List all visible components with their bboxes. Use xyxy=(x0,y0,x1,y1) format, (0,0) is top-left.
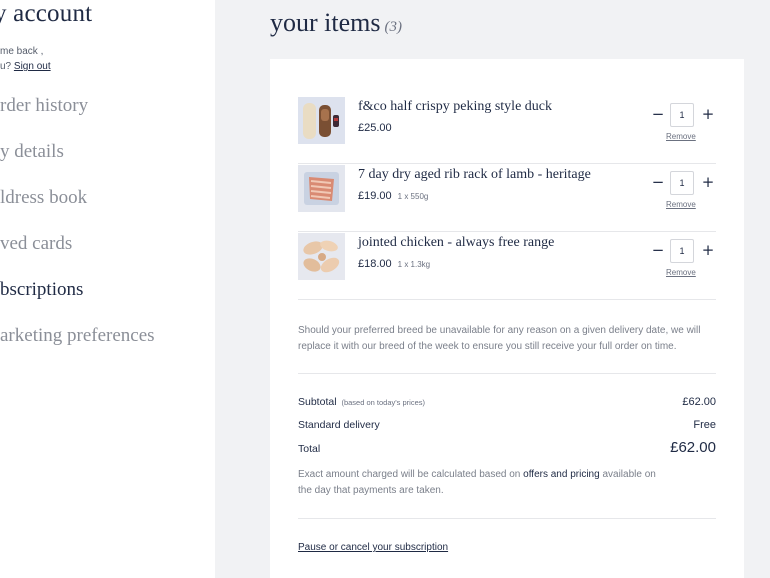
sidebar-item-marketing-preferences[interactable]: arketing preferences xyxy=(0,325,155,347)
item-name[interactable]: jointed chicken - always free range xyxy=(358,235,554,251)
quantity-input[interactable]: 1 xyxy=(670,103,694,127)
item-price-line: £25.00 xyxy=(358,122,398,134)
delivery-value: Free xyxy=(693,419,716,431)
subtotal-label-group: Subtotal (based on today's prices) xyxy=(298,396,425,408)
sign-out-link[interactable]: Sign out xyxy=(14,61,51,72)
account-sidebar: y account me back , u? Sign out rder his… xyxy=(0,0,215,578)
total-row: Total £62.00 xyxy=(298,439,716,459)
item-price: £19.00 xyxy=(358,190,392,202)
remove-item-link[interactable]: Remove xyxy=(666,200,696,209)
pause-cancel-subscription-link[interactable]: Pause or cancel your subscription xyxy=(298,542,448,553)
item-price: £18.00 xyxy=(358,258,392,270)
cart-item: 7 day dry aged rib rack of lamb - herita… xyxy=(298,165,716,232)
item-price-line: £19.00 1 x 550g xyxy=(358,190,428,202)
item-count: (3) xyxy=(384,19,403,35)
sidebar-item-subscriptions[interactable]: bscriptions xyxy=(0,279,83,301)
quantity-stepper: − 1 + xyxy=(650,103,716,127)
lamb-product-image[interactable] xyxy=(298,165,345,212)
item-weight: 1 x 1.3kg xyxy=(397,260,431,269)
sidebar-item-order-history[interactable]: rder history xyxy=(0,95,88,117)
duck-product-image[interactable] xyxy=(298,97,345,144)
welcome-signout-line: u? Sign out xyxy=(0,59,51,74)
sidebar-item-saved-cards[interactable]: ved cards xyxy=(0,233,72,255)
item-weight: 1 x 550g xyxy=(397,192,429,201)
decrease-quantity-button[interactable]: − xyxy=(650,241,666,259)
offers-and-pricing-link[interactable]: offers and pricing xyxy=(523,469,600,480)
page-title-text: your items xyxy=(270,8,381,37)
subtotal-value: £62.00 xyxy=(682,396,716,408)
welcome-prefix: u? xyxy=(0,61,14,72)
increase-quantity-button[interactable]: + xyxy=(700,241,716,259)
exact-amount-note: Exact amount charged will be calculated … xyxy=(298,467,658,498)
increase-quantity-button[interactable]: + xyxy=(700,105,716,123)
breed-replacement-note: Should your preferred breed be unavailab… xyxy=(298,325,701,352)
divider xyxy=(298,373,716,374)
item-price: £25.00 xyxy=(358,122,392,134)
subtotal-label: Subtotal xyxy=(298,396,337,408)
item-name[interactable]: f&co half crispy peking style duck xyxy=(358,99,552,115)
item-name[interactable]: 7 day dry aged rib rack of lamb - herita… xyxy=(358,167,591,183)
subscription-card: f&co half crispy peking style duck £25.0… xyxy=(270,59,744,578)
cart-item: jointed chicken - always free range £18.… xyxy=(298,233,716,300)
delivery-row: Standard delivery Free xyxy=(298,419,716,435)
delivery-label: Standard delivery xyxy=(298,419,380,431)
remove-item-link[interactable]: Remove xyxy=(666,132,696,141)
exact-prefix: Exact amount charged will be calculated … xyxy=(298,469,524,480)
decrease-quantity-button[interactable]: − xyxy=(650,173,666,191)
quantity-stepper: − 1 + xyxy=(650,171,716,195)
quantity-input[interactable]: 1 xyxy=(670,239,694,263)
chicken-product-image[interactable] xyxy=(298,233,345,280)
increase-quantity-button[interactable]: + xyxy=(700,173,716,191)
sidebar-item-my-details[interactable]: y details xyxy=(0,141,64,163)
quantity-input[interactable]: 1 xyxy=(670,171,694,195)
sidebar-item-address-book[interactable]: ldress book xyxy=(0,187,87,209)
page-title: your items (3) xyxy=(270,8,402,38)
remove-item-link[interactable]: Remove xyxy=(666,268,696,277)
item-price-line: £18.00 1 x 1.3kg xyxy=(358,258,430,270)
total-value: £62.00 xyxy=(670,439,716,456)
divider xyxy=(298,518,716,519)
total-label: Total xyxy=(298,443,321,455)
sidebar-title: y account xyxy=(0,0,93,27)
welcome-text: me back , xyxy=(0,46,44,57)
subtotal-row: Subtotal (based on today's prices) £62.0… xyxy=(298,396,716,412)
subtotal-note: (based on today's prices) xyxy=(341,398,426,407)
cart-item: f&co half crispy peking style duck £25.0… xyxy=(298,97,716,164)
decrease-quantity-button[interactable]: − xyxy=(650,105,666,123)
quantity-stepper: − 1 + xyxy=(650,239,716,263)
